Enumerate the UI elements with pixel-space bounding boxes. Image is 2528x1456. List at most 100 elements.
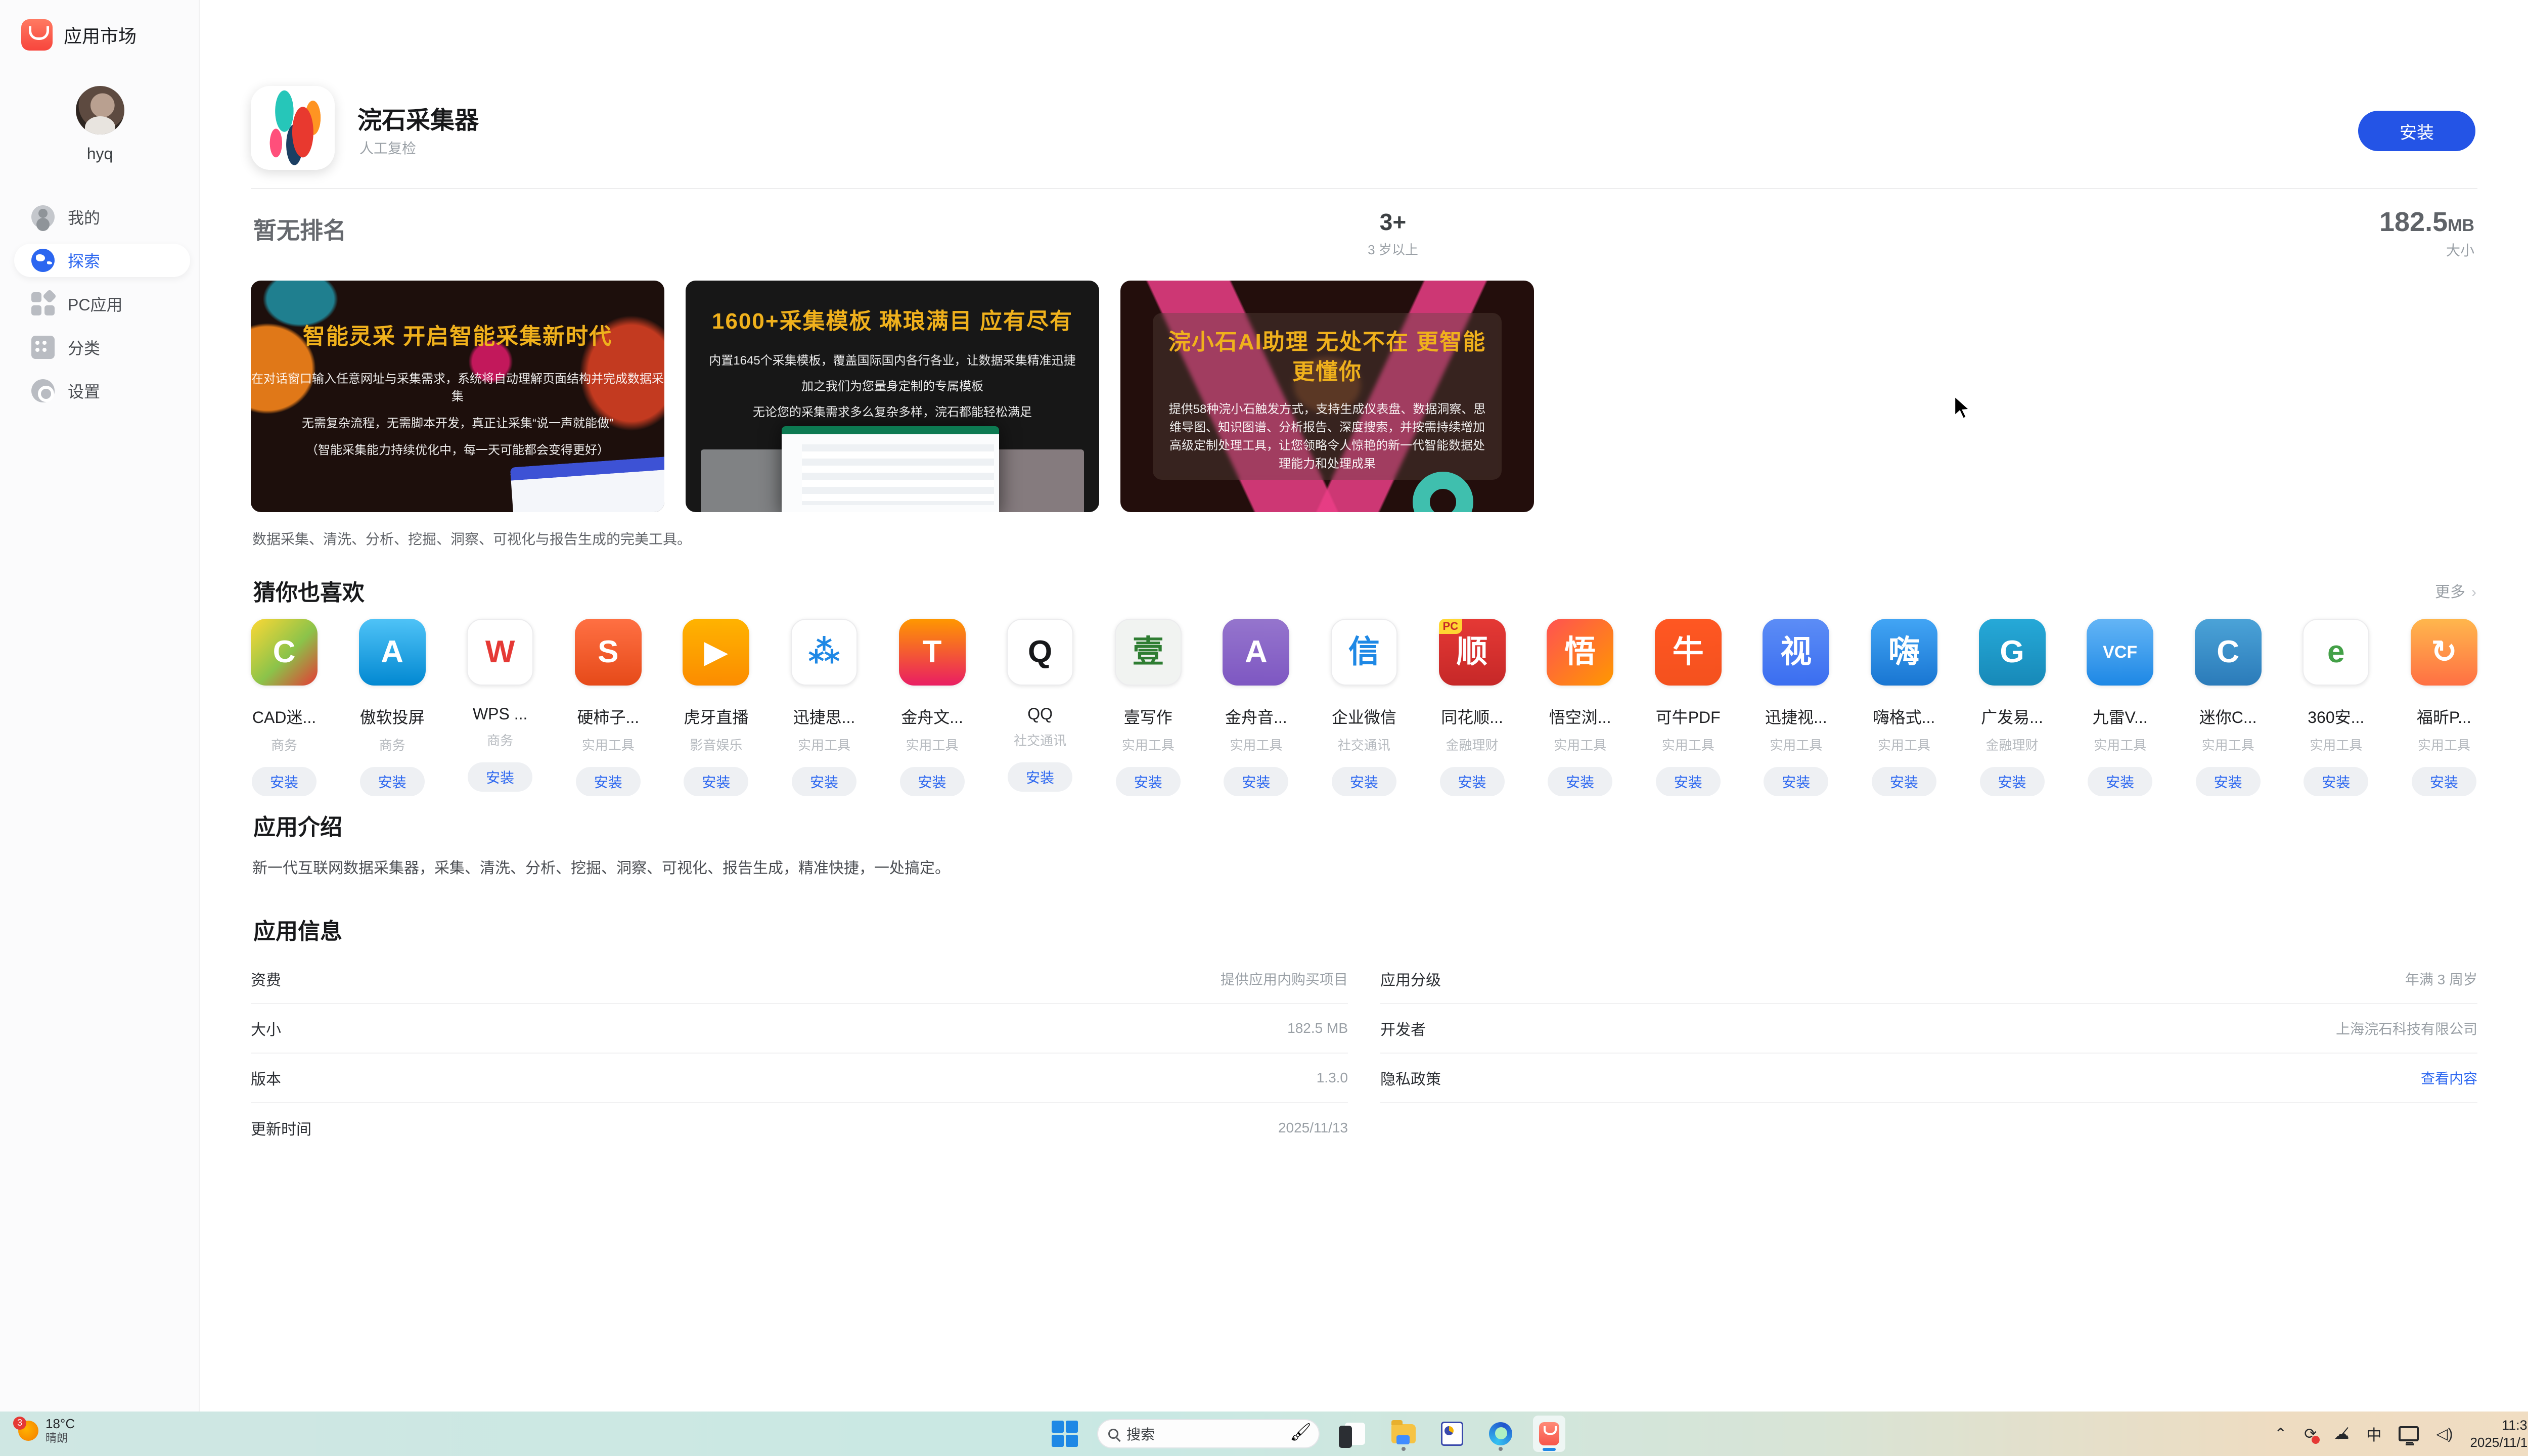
- user-name: hyq: [86, 145, 113, 163]
- jiulei-vcf-icon[interactable]: VCF: [2087, 619, 2154, 686]
- install-chip-button[interactable]: 安装: [359, 767, 425, 796]
- install-chip-button[interactable]: 安装: [1871, 767, 1936, 796]
- jinzhou-doc-icon[interactable]: T: [898, 619, 966, 686]
- install-chip-button[interactable]: 安装: [575, 767, 641, 796]
- rank-stat: 暂无排名: [253, 217, 346, 244]
- hi-format-icon[interactable]: 嗨: [1870, 619, 1937, 686]
- theme-app-button[interactable]: [1339, 1416, 1371, 1452]
- screenshot-1[interactable]: 智能灵采 开启智能采集新时代 在对话窗口输入任意网址与采集需求，系统将自动理解页面…: [251, 281, 664, 512]
- foxit-icon[interactable]: ↻: [2410, 619, 2477, 686]
- qq-icon[interactable]: Q: [1007, 619, 1074, 686]
- suggested-app-name[interactable]: 悟空浏...: [1549, 705, 1611, 728]
- sidebar-item-label: 我的: [68, 209, 101, 227]
- more-link[interactable]: 更多 ›: [2435, 579, 2476, 602]
- install-chip-button[interactable]: 安装: [2411, 767, 2476, 796]
- info-row: 隐私政策 查看内容: [1380, 1054, 2477, 1103]
- suggested-app-name[interactable]: 九雷V...: [2093, 705, 2148, 728]
- user-avatar[interactable]: [76, 86, 124, 134]
- suggested-app-name[interactable]: 嗨格式...: [1873, 705, 1935, 728]
- install-chip-button[interactable]: 安装: [1655, 767, 1721, 796]
- hard-persimmon-icon[interactable]: S: [574, 619, 642, 686]
- install-chip-button[interactable]: 安装: [1979, 767, 2045, 796]
- display-device-icon[interactable]: [2399, 1426, 2419, 1445]
- suggested-app-name[interactable]: 可牛PDF: [1656, 705, 1721, 728]
- app-store-taskbar-button[interactable]: [1533, 1416, 1565, 1452]
- suggested-app-name[interactable]: 福昕P...: [2417, 705, 2471, 728]
- jinzhou-audio-icon[interactable]: A: [1223, 619, 1290, 686]
- yiwriting-icon[interactable]: 壹: [1114, 619, 1182, 686]
- input-method-indicator[interactable]: 中: [2366, 1423, 2381, 1445]
- install-chip-button[interactable]: 安装: [684, 767, 749, 796]
- suggested-app-name[interactable]: 壹写作: [1124, 705, 1172, 728]
- screenshot-3[interactable]: 浣小石AI助理 无处不在 更智能 更懂你 提供58种浣小石触发方式，支持生成仪表盘…: [1120, 281, 1534, 512]
- install-chip-button[interactable]: 安装: [1764, 767, 1829, 796]
- install-chip-button[interactable]: 安装: [1439, 767, 1505, 796]
- update-sync-icon[interactable]: ⟳: [2304, 1425, 2320, 1444]
- suggested-app-category: 实用工具: [581, 738, 635, 753]
- install-chip-button[interactable]: 安装: [1115, 767, 1181, 796]
- suggested-app-name[interactable]: 傲软投屏: [360, 705, 425, 728]
- install-chip-button[interactable]: 安装: [2304, 767, 2369, 796]
- suggested-app-name[interactable]: 硬柿子...: [577, 705, 639, 728]
- install-chip-button[interactable]: 安装: [1548, 767, 1613, 796]
- edge-browser-button[interactable]: [1484, 1416, 1517, 1452]
- suggested-app-name[interactable]: 同花顺...: [1441, 705, 1503, 728]
- sidebar-item-PC应用[interactable]: PC应用: [14, 287, 190, 321]
- suggested-app-name[interactable]: 虎牙直播: [684, 705, 748, 728]
- install-chip-button[interactable]: 安装: [1331, 767, 1396, 796]
- clock[interactable]: 11:36 2025/11/13: [2470, 1417, 2528, 1450]
- mini-cad-icon[interactable]: C: [2194, 619, 2262, 686]
- suggested-app-name[interactable]: CAD迷...: [252, 705, 316, 728]
- suggested-app-name[interactable]: QQ: [1027, 705, 1053, 723]
- install-chip-button[interactable]: 安装: [252, 767, 317, 796]
- tray-expand-button[interactable]: ⌃: [2274, 1425, 2287, 1443]
- suggested-app-name[interactable]: 360安...: [2308, 705, 2364, 728]
- 360-browser-icon[interactable]: e: [2303, 619, 2370, 686]
- keniu-pdf-icon[interactable]: 牛: [1654, 619, 1722, 686]
- install-chip-button[interactable]: 安装: [791, 767, 856, 796]
- sidebar-item-设置[interactable]: 设置: [14, 374, 190, 407]
- privacy-policy-link[interactable]: 查看内容: [2421, 1068, 2477, 1088]
- install-chip-button[interactable]: 安装: [2195, 767, 2261, 796]
- weather-widget[interactable]: 3 18°C 晴朗: [13, 1416, 75, 1444]
- suggested-app-name[interactable]: 金舟音...: [1225, 705, 1287, 728]
- start-button[interactable]: [1052, 1421, 1078, 1447]
- huya-icon[interactable]: ▶: [683, 619, 750, 686]
- gf-trade-icon[interactable]: G: [1978, 619, 2046, 686]
- suggested-app-name[interactable]: 企业微信: [1332, 705, 1396, 728]
- suggested-app-name[interactable]: WPS ...: [473, 705, 527, 723]
- suggested-app-name[interactable]: 迅捷视...: [1765, 705, 1827, 728]
- tonghuashun-icon[interactable]: 顺 PC: [1438, 619, 1506, 686]
- file-manager-button[interactable]: [1387, 1416, 1420, 1452]
- mindmap-icon[interactable]: ⁂: [790, 619, 857, 686]
- cad-viewer-icon[interactable]: C: [251, 619, 318, 686]
- suggested-app-name[interactable]: 金舟文...: [901, 705, 963, 728]
- apowermirror-icon[interactable]: A: [358, 619, 426, 686]
- suggested-app: ↻ 福昕P... 实用工具 安装: [2410, 619, 2477, 796]
- screenshot-2[interactable]: 1600+采集模板 琳琅满目 应有尽有 内置1645个采集模板，覆盖国际国内各行各…: [686, 281, 1099, 512]
- sidebar-item-探索[interactable]: 探索: [14, 244, 190, 277]
- install-chip-button[interactable]: 安装: [1008, 762, 1073, 792]
- install-button[interactable]: 安装: [2358, 111, 2475, 151]
- install-chip-button[interactable]: 安装: [1224, 767, 1289, 796]
- cloud-offline-icon[interactable]: ☁̸: [2334, 1425, 2349, 1443]
- install-chip-button[interactable]: 安装: [468, 762, 533, 792]
- suggested-app-category: 商务: [379, 738, 405, 753]
- sidebar-item-分类[interactable]: 分类: [14, 331, 190, 364]
- app-name: 浣石采集器: [357, 107, 479, 134]
- wps-icon[interactable]: W: [467, 619, 534, 686]
- info-label: 版本: [251, 1071, 281, 1088]
- suggested-app-name[interactable]: 迅捷思...: [793, 705, 855, 728]
- sidebar-item-我的[interactable]: 我的: [14, 200, 190, 234]
- install-chip-button[interactable]: 安装: [899, 767, 965, 796]
- install-chip-button[interactable]: 安装: [2088, 767, 2153, 796]
- suggested-app-name[interactable]: 广发易...: [1981, 705, 2043, 728]
- info-value: 上海浣石科技有限公司: [2335, 1021, 2477, 1037]
- volume-icon[interactable]: ◁): [2436, 1425, 2453, 1443]
- office-app-button[interactable]: [1436, 1416, 1468, 1452]
- wecom-icon[interactable]: 信: [1330, 619, 1397, 686]
- wukong-browser-icon[interactable]: 悟: [1547, 619, 1614, 686]
- taskbar-search[interactable]: 搜索 🖌: [1097, 1419, 1320, 1448]
- suggested-app-name[interactable]: 迷你C...: [2199, 705, 2257, 728]
- xunjie-video-icon[interactable]: 视: [1763, 619, 1830, 686]
